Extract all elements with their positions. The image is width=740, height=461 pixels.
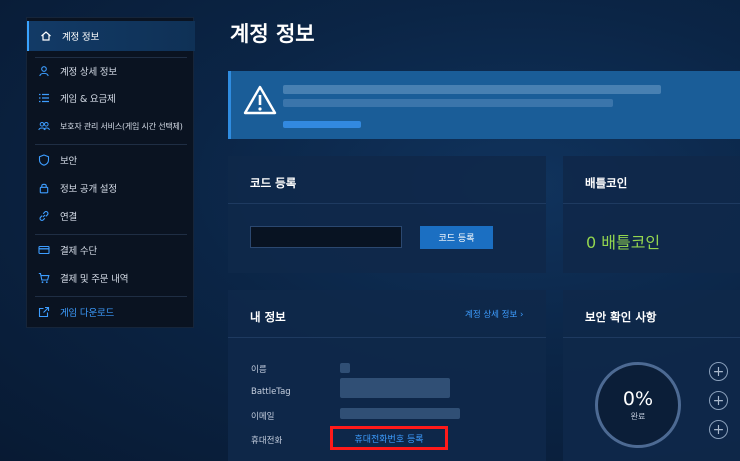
security-progress-ring: 0% 완료 [595, 362, 681, 448]
code-register-button[interactable]: 코드 등록 [420, 226, 493, 249]
sidebar-item-game-download[interactable]: 게임 다운로드 [27, 297, 195, 327]
sidebar-item-label: 결제 및 주문 내역 [60, 274, 129, 285]
panel-title: 보안 확인 사항 [563, 290, 740, 338]
sidebar-item-payment-methods[interactable]: 결제 수단 [27, 235, 195, 265]
sidebar-item-security[interactable]: 보안 [27, 145, 195, 175]
sidebar-item-account-details[interactable]: 계정 상세 정보 [27, 56, 195, 86]
sidebar-item-parental-controls[interactable]: 보호자 관리 서비스(게임 시간 선택제) [27, 111, 195, 141]
link-label: 계정 상세 정보 [465, 310, 518, 320]
shield-icon [37, 153, 51, 167]
email-label: 이메일 [251, 412, 275, 422]
sidebar-item-label: 정보 공개 설정 [60, 184, 117, 195]
plus-circle-icon[interactable]: + [709, 420, 728, 439]
page-title: 계정 정보 [230, 22, 315, 46]
plus-circle-icon[interactable]: + [709, 391, 728, 410]
account-details-link[interactable]: 계정 상세 정보 › [465, 308, 523, 320]
sidebar-item-label: 게임 다운로드 [60, 308, 115, 319]
security-percent: 0% [622, 388, 654, 410]
users-icon [37, 119, 51, 133]
code-register-panel: 코드 등록 [228, 156, 546, 273]
redacted-link[interactable] [283, 121, 361, 128]
list-icon [37, 91, 51, 105]
panel-title: 코드 등록 [228, 156, 546, 204]
sidebar-item-account-info[interactable]: 계정 정보 [27, 21, 195, 51]
home-icon [39, 29, 53, 43]
sidebar-item-label: 결제 수단 [60, 246, 97, 257]
chevron-right-icon: › [520, 310, 524, 320]
sidebar-item-label: 보호자 관리 서비스(게임 시간 선택제) [60, 121, 183, 131]
card-icon [37, 243, 51, 257]
battletag-label: BattleTag [251, 387, 291, 397]
sidebar-item-label: 계정 정보 [62, 32, 99, 43]
plus-circle-icon[interactable]: + [709, 362, 728, 381]
sidebar-item-connections[interactable]: 연결 [27, 201, 195, 231]
warning-icon [243, 85, 277, 115]
sidebar-item-label: 계정 상세 정보 [60, 67, 117, 78]
redacted-text [283, 99, 613, 107]
phone-label: 휴대전화 [251, 436, 283, 446]
sidebar-item-label: 보안 [60, 156, 78, 167]
sidebar-item-order-history[interactable]: 결제 및 주문 내역 [27, 263, 195, 293]
sidebar-nav: 계정 정보 계정 상세 정보 게임 & 요금제 보호자 관리 서비스(게임 시간… [26, 17, 195, 328]
redacted-value [340, 378, 450, 398]
link-icon [37, 209, 51, 223]
panel-title: 배틀코인 [563, 156, 740, 204]
redacted-value [340, 408, 460, 419]
redacted-text [283, 85, 661, 94]
security-status: 완료 [630, 412, 646, 421]
sidebar-item-label: 연결 [60, 212, 78, 223]
sidebar-item-label: 게임 & 요금제 [60, 94, 116, 105]
user-icon [37, 64, 51, 78]
sidebar-item-games-plans[interactable]: 게임 & 요금제 [27, 83, 195, 113]
alert-banner [228, 71, 740, 139]
register-phone-button[interactable]: 휴대전화번호 등록 [330, 426, 448, 450]
code-input[interactable] [250, 226, 402, 248]
lock-icon [37, 181, 51, 195]
battlecoin-balance: 0 배틀코인 [586, 233, 661, 252]
sidebar-item-privacy[interactable]: 정보 공개 설정 [27, 173, 195, 203]
name-label: 이름 [251, 365, 267, 375]
external-link-icon [37, 305, 51, 319]
redacted-value [340, 363, 350, 373]
battlecoin-panel: 배틀코인 [563, 156, 740, 273]
cart-icon [37, 271, 51, 285]
